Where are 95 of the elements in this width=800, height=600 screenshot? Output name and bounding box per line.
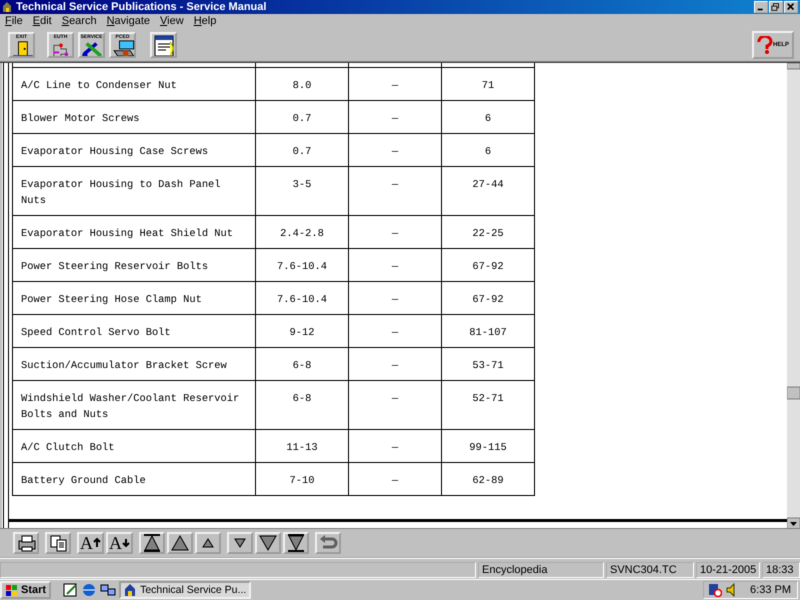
network-icon[interactable] xyxy=(100,582,116,598)
table-cell: — xyxy=(348,248,442,282)
table-cell: 67-92 xyxy=(442,248,534,282)
menu-item[interactable]: View xyxy=(155,15,189,28)
table-cell: 22-25 xyxy=(442,215,534,248)
first-button[interactable] xyxy=(139,532,165,554)
table-cell: 6-8 xyxy=(256,347,348,380)
table-cell: Power Steering Reservoir Bolts xyxy=(12,248,256,282)
table-cell: — xyxy=(348,215,442,248)
status-field: Encyclopedia xyxy=(478,562,604,578)
table-cell: — xyxy=(348,166,442,216)
menu-item[interactable]: Search xyxy=(56,15,102,28)
start-button[interactable]: Start xyxy=(0,581,52,600)
table-cell: A/C Clutch Bolt xyxy=(12,429,256,462)
windows-flag-icon xyxy=(5,584,19,596)
page-down-button[interactable] xyxy=(255,532,281,554)
speaker-icon[interactable] xyxy=(726,583,736,598)
table-cell: Blower Motor Screws xyxy=(12,100,256,134)
table-cell: Battery Ground Cable xyxy=(12,462,256,496)
table-cell: 6 xyxy=(442,100,534,134)
table-cell: — xyxy=(348,380,442,430)
computer-icon xyxy=(110,40,134,56)
table-cell: Evaporator Housing Case Screws xyxy=(12,133,256,166)
menu-item[interactable]: Edit xyxy=(28,15,57,28)
menu-item[interactable]: Navigate xyxy=(102,15,156,28)
question-mark-icon xyxy=(756,36,773,54)
table-cell: Speed Control Servo Bolt xyxy=(12,314,256,348)
notepad-icon[interactable] xyxy=(62,582,78,598)
table-cell: 99-115 xyxy=(442,429,534,462)
large-up-triangle-icon xyxy=(170,533,190,554)
table-cell: 6 xyxy=(442,133,534,166)
table-cell: 3-5 xyxy=(256,166,348,216)
table-cell: 71 xyxy=(442,67,534,100)
table-cell: A/C Line to Condenser Nut xyxy=(12,67,256,100)
taskbar-button[interactable]: Technical Service Pu... xyxy=(119,581,252,600)
status-field: 10-21-2005 xyxy=(696,562,760,578)
table-cell: 7.6-10.4 xyxy=(256,281,348,314)
table-cell: — xyxy=(348,462,442,496)
bottom-triangle-icon xyxy=(286,533,306,554)
table-cell: — xyxy=(348,281,442,314)
down-arrow-icon xyxy=(122,537,130,550)
back-button[interactable] xyxy=(315,532,341,554)
table-cell: 0.7 xyxy=(256,133,348,166)
line-down-button[interactable] xyxy=(227,532,253,554)
status-field: 18:33 xyxy=(762,562,800,578)
copy-icon xyxy=(48,533,68,554)
menu-item[interactable]: Help xyxy=(188,15,222,28)
table-cell: 67-92 xyxy=(442,281,534,314)
app-icon xyxy=(2,0,13,13)
copy-button[interactable] xyxy=(45,532,71,554)
table-cell: 6-8 xyxy=(256,380,348,430)
up-arrow-icon xyxy=(93,537,101,550)
table-cell: — xyxy=(348,429,442,462)
table-cell: 0.7 xyxy=(256,100,348,134)
line-up-button[interactable] xyxy=(195,532,221,554)
table-cell: Evaporator Housing to Dash Panel Nuts xyxy=(12,166,256,216)
notes-button[interactable] xyxy=(150,32,177,58)
table-cell: Windshield Washer/Coolant Reservoir Bolts and Nuts xyxy=(12,380,256,430)
tools-icon xyxy=(80,40,104,56)
table-cell: 52-71 xyxy=(442,380,534,430)
table-cell: 11-13 xyxy=(256,429,348,462)
window-title: Technical Service Publications - Service Manual xyxy=(16,0,268,13)
table-cell: 8.0 xyxy=(256,67,348,100)
large-down-triangle-icon xyxy=(258,533,278,554)
printer-icon xyxy=(16,533,36,554)
status-field: SVNC304.TC xyxy=(606,562,694,578)
menu-item[interactable]: File xyxy=(0,15,28,28)
close-icon[interactable] xyxy=(784,0,798,13)
table-cell: 62-89 xyxy=(442,462,534,496)
browser-icon[interactable] xyxy=(81,582,98,598)
last-button[interactable] xyxy=(283,532,309,554)
table-cell: 9-12 xyxy=(256,314,348,348)
clock: 6:33 PM xyxy=(750,584,791,596)
table-cell: — xyxy=(348,314,442,348)
table-cell: 2.4-2.8 xyxy=(256,215,348,248)
font-up-button[interactable]: A xyxy=(77,532,104,554)
table-cell: 7.6-10.4 xyxy=(256,248,348,282)
page-up-button[interactable] xyxy=(167,532,193,554)
table-cell: 7-10 xyxy=(256,462,348,496)
print-button[interactable] xyxy=(13,532,39,554)
table-cell: 27-44 xyxy=(442,166,534,216)
table-cell: Power Steering Hose Clamp Nut xyxy=(12,281,256,314)
notepad-icon xyxy=(152,34,176,56)
table-cell: Evaporator Housing Heat Shield Nut xyxy=(12,215,256,248)
table-cell: — xyxy=(348,133,442,166)
table-cell: — xyxy=(348,100,442,134)
table-cell: Suction/Accumulator Bracket Screw xyxy=(12,347,256,380)
table-cell: — xyxy=(348,347,442,380)
top-triangle-icon xyxy=(142,533,162,554)
table-cell: 53-71 xyxy=(442,347,534,380)
table-cell: 81-107 xyxy=(442,314,534,348)
font-down-button[interactable]: A xyxy=(106,532,133,554)
minimize-icon[interactable] xyxy=(754,0,768,13)
table-cell: — xyxy=(348,67,442,100)
restore-icon[interactable] xyxy=(769,0,783,13)
